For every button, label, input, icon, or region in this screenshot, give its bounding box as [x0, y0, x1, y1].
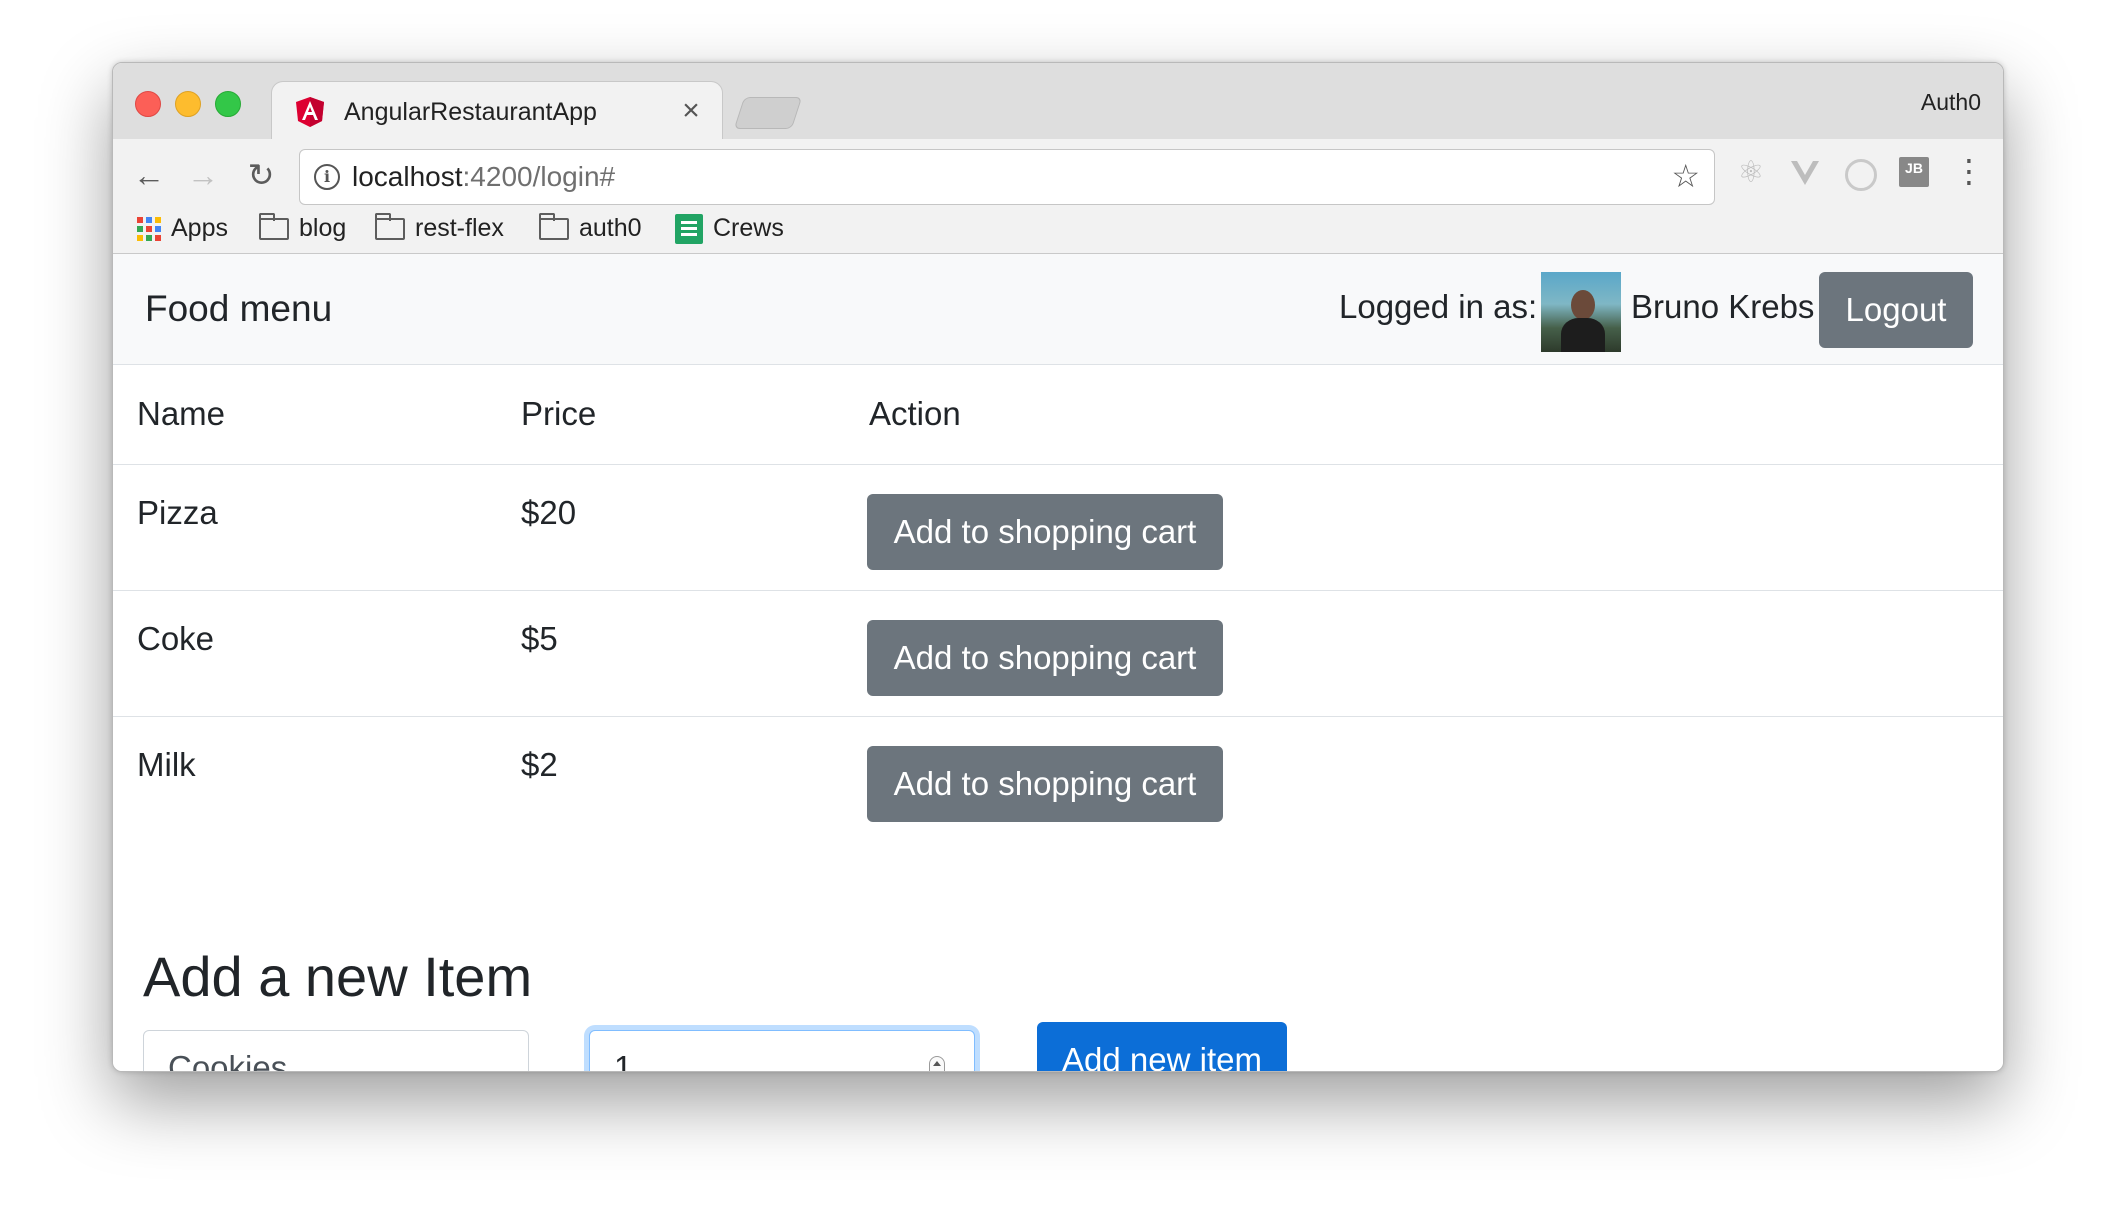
logout-button[interactable]: Logout — [1819, 272, 1973, 348]
item-name: Milk — [137, 746, 196, 783]
add-to-cart-button[interactable]: Add to shopping cart — [867, 620, 1223, 696]
jetbrains-icon[interactable]: JB — [1899, 157, 1929, 187]
item-name: Pizza — [137, 494, 218, 531]
table-divider — [113, 464, 2003, 465]
folder-icon — [259, 213, 289, 241]
bookmark-rest-flex[interactable]: rest-flex — [375, 211, 504, 245]
item-name-input[interactable] — [143, 1030, 529, 1071]
tab-strip: AngularRestaurantApp × Auth0 — [113, 63, 2003, 142]
item-name: Coke — [137, 620, 215, 657]
page-content: Food menu Logged in as: Bruno Krebs Logo… — [113, 254, 2003, 1071]
address-bar[interactable]: i localhost:4200/login# ☆ — [299, 149, 1715, 205]
table-divider — [113, 590, 2003, 591]
column-header-name: Name — [137, 395, 226, 432]
user-name: Bruno Krebs — [1631, 288, 1815, 325]
bookmark-label: rest-flex — [415, 214, 504, 242]
app-navbar: Food menu Logged in as: Bruno Krebs Logo… — [113, 254, 2003, 365]
url-path: :4200/login# — [462, 161, 616, 192]
bookmark-auth0[interactable]: auth0 — [539, 211, 642, 245]
bookmark-apps[interactable]: Apps — [137, 211, 228, 245]
reload-icon[interactable]: ↻ — [241, 155, 281, 195]
url-text[interactable]: localhost:4200/login# — [352, 160, 615, 194]
bookmarks-bar: Apps blog rest-flex auth0 Crews — [113, 205, 2003, 251]
add-to-cart-button[interactable]: Add to shopping cart — [867, 746, 1223, 822]
bookmark-blog[interactable]: blog — [259, 211, 346, 245]
tab-angular-restaurant-app[interactable]: AngularRestaurantApp × — [271, 81, 723, 142]
add-new-item-button[interactable]: Add new item — [1037, 1022, 1287, 1071]
bookmark-label: blog — [299, 214, 347, 242]
spreadsheet-icon — [675, 214, 703, 245]
profile-name[interactable]: Auth0 — [1921, 89, 1981, 116]
bookmark-label: Crews — [713, 214, 784, 242]
bookmark-label: Apps — [171, 214, 228, 242]
react-devtools-icon[interactable]: ⚛ — [1735, 157, 1767, 189]
folder-icon — [375, 213, 405, 241]
folder-icon — [539, 213, 569, 241]
tab-title: AngularRestaurantApp — [344, 98, 597, 126]
bookmark-crews[interactable]: Crews — [675, 211, 784, 245]
table-divider — [113, 716, 2003, 717]
item-price: $2 — [521, 746, 558, 783]
tab-close-icon[interactable]: × — [674, 94, 708, 128]
back-arrow-icon[interactable]: ← — [129, 155, 169, 195]
new-tab-button[interactable] — [733, 97, 803, 129]
browser-menu-icon[interactable]: ⋮ — [1953, 153, 1985, 189]
quantity-stepper-icon[interactable] — [929, 1056, 945, 1071]
angular-icon — [296, 97, 324, 127]
navbar-brand[interactable]: Food menu — [145, 288, 332, 330]
column-header-price: Price — [521, 395, 597, 432]
url-host: localhost — [352, 161, 463, 192]
maximize-window-button[interactable] — [215, 91, 241, 117]
logged-in-label: Logged in as: — [1339, 288, 1538, 325]
browser-toolbar: ← → ↻ i localhost:4200/login# ☆ ⚛ JB ⋮ A… — [113, 139, 2003, 254]
column-header-action: Action — [869, 395, 961, 432]
bookmark-label: auth0 — [579, 214, 642, 242]
bookmark-star-icon[interactable]: ☆ — [1671, 158, 1700, 194]
extension-ring-icon[interactable] — [1845, 159, 1877, 191]
item-quantity-input[interactable] — [589, 1030, 975, 1071]
close-window-button[interactable] — [135, 91, 161, 117]
add-to-cart-button[interactable]: Add to shopping cart — [867, 494, 1223, 570]
apps-grid-icon — [137, 217, 161, 242]
item-price: $5 — [521, 620, 558, 657]
avatar — [1541, 272, 1621, 352]
add-item-heading: Add a new Item — [143, 945, 533, 1008]
forward-arrow-icon[interactable]: → — [183, 155, 223, 195]
minimize-window-button[interactable] — [175, 91, 201, 117]
item-price: $20 — [521, 494, 577, 531]
info-icon[interactable]: i — [314, 164, 340, 190]
browser-window: AngularRestaurantApp × Auth0 ← → ↻ i loc… — [112, 62, 2004, 1072]
vue-devtools-icon[interactable] — [1789, 157, 1821, 189]
